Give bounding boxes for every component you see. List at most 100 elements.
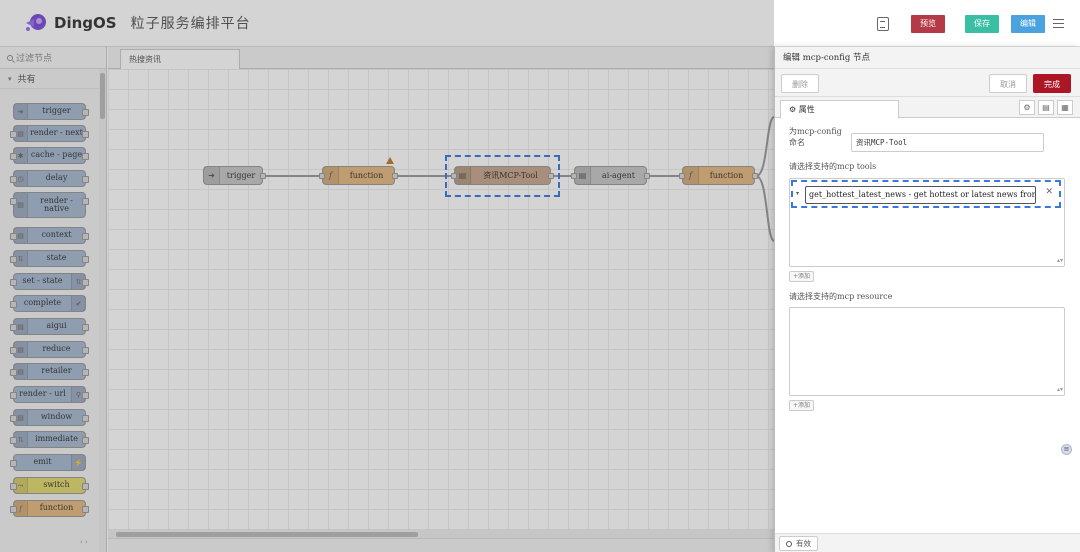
name-label-line2: 命名: [789, 138, 805, 147]
canvas-horizontal-scrollbar[interactable]: [108, 530, 774, 538]
settings-gear-icon[interactable]: ⚙: [1019, 100, 1035, 115]
enabled-label: 有效: [796, 539, 811, 548]
palette-node-state[interactable]: ⇅ state: [10, 250, 89, 267]
resource-list[interactable]: ▴▾: [789, 307, 1065, 396]
name-input[interactable]: 资讯MCP-Tool: [851, 133, 1044, 152]
flow-node-ai-agent[interactable]: ▤ ai-agent: [571, 166, 650, 185]
input-port[interactable]: [571, 173, 577, 179]
palette-node-label: retailer: [41, 366, 72, 376]
list-resize-icon[interactable]: ▴▾: [1057, 386, 1063, 393]
palette-node-complete[interactable]: complete ✔: [10, 295, 86, 312]
tray-toolbar: 删除 取消 完成: [775, 69, 1080, 97]
palette-node-render-url[interactable]: render - url ⚲: [10, 386, 89, 403]
palette-node-label: render - native: [40, 195, 73, 213]
palette-node-label: function: [39, 503, 74, 513]
flow-node-function[interactable]: f function: [319, 166, 398, 185]
add-resource-label: 添加: [798, 402, 811, 409]
tools-list[interactable]: ▾ get_hottest_latest_news - get hottest …: [789, 178, 1065, 267]
menu-icon[interactable]: [1053, 19, 1064, 28]
chevron-down-icon: ▾: [8, 74, 12, 83]
delete-button[interactable]: 删除: [781, 74, 819, 93]
remove-icon[interactable]: ✕: [1045, 187, 1053, 197]
name-label-line1: 为mcp-config: [789, 127, 842, 136]
preview-button[interactable]: 预览: [911, 14, 945, 33]
palette-node-immediate[interactable]: ⇅ immediate: [10, 431, 89, 448]
tray-tabs: ⚙ 属性 ⚙ ▤ ▦: [775, 97, 1080, 119]
arrows-icon: ⇅: [14, 432, 28, 447]
palette-search[interactable]: 过滤节点: [0, 47, 106, 69]
appearance-icon[interactable]: ▦: [1057, 100, 1073, 115]
tab-flow[interactable]: 热搜资讯: [120, 49, 240, 69]
palette-node-set-state[interactable]: set - state ⇅: [10, 273, 89, 290]
output-port[interactable]: [548, 173, 554, 179]
done-button[interactable]: 完成: [1033, 74, 1071, 93]
drag-handle-icon[interactable]: ▾: [796, 190, 799, 197]
file-icon: ▤: [14, 193, 28, 217]
output-port[interactable]: [752, 173, 758, 179]
arrow-right-icon: ➜: [204, 167, 220, 184]
dingos-logo-icon: [26, 14, 46, 31]
workspace-tabbar: 热搜资讯: [108, 47, 774, 69]
flow-node-label: function: [349, 171, 384, 180]
tool-select[interactable]: get_hottest_latest_news - get hottest or…: [805, 186, 1036, 204]
tray-title: 编辑 mcp-config 节点: [775, 47, 1080, 69]
palette-node-retailer[interactable]: ▤ retailer: [10, 363, 89, 380]
output-port[interactable]: [392, 173, 398, 179]
file-icon: ▤: [14, 410, 28, 425]
tool-list-row: ▾ get_hottest_latest_news - get hottest …: [791, 180, 1061, 208]
info-icon[interactable]: ≡: [1061, 444, 1072, 455]
palette-category[interactable]: ▾ 共有: [0, 69, 106, 89]
edit-button[interactable]: 编辑: [1011, 14, 1045, 33]
cancel-button[interactable]: 取消: [989, 74, 1027, 93]
palette-node-delay[interactable]: ◷ delay: [10, 170, 89, 187]
platform-title: 粒子服务编排平台: [130, 16, 251, 32]
file-icon: ▤: [14, 364, 28, 379]
flow-workspace: 热搜资讯 ➜ trigger f function ▤ 资讯MCP-Tool ▤…: [108, 47, 774, 552]
flow-node-mcp-tool[interactable]: ▤ 资讯MCP-Tool: [451, 166, 554, 185]
output-port[interactable]: [644, 173, 650, 179]
list-resize-icon[interactable]: ▴▾: [1057, 257, 1063, 264]
add-tool-label: 添加: [798, 273, 811, 280]
brand-name: DingOS: [54, 14, 117, 32]
flow-node-function-2[interactable]: f function: [679, 166, 758, 185]
palette-scroll-thumb[interactable]: [100, 73, 105, 119]
input-port[interactable]: [319, 173, 325, 179]
palette-node-label: state: [46, 253, 67, 263]
palette-scrollbar[interactable]: [99, 69, 106, 552]
palette-node-context[interactable]: ▤ context: [10, 227, 89, 244]
canvas-scroll-thumb[interactable]: [116, 532, 418, 537]
palette-node-aigui[interactable]: ▤ aigui: [10, 318, 89, 335]
save-button[interactable]: 保存: [965, 14, 999, 33]
enabled-toggle[interactable]: 有效: [779, 536, 818, 551]
arrow-right-icon: ➜: [14, 104, 28, 119]
tab-properties[interactable]: ⚙ 属性: [780, 100, 899, 119]
warning-icon: [386, 157, 394, 164]
search-icon: [7, 54, 13, 61]
palette-node-label: context: [41, 230, 72, 240]
add-tool-button[interactable]: +添加: [789, 271, 815, 282]
palette-node-window[interactable]: ▤ window: [10, 409, 89, 426]
palette-node-label: emit: [33, 457, 52, 467]
palette-node-label: switch: [43, 480, 70, 490]
tab-properties-label: 属性: [798, 105, 815, 114]
palette-node-switch[interactable]: ⤳ switch: [10, 477, 89, 494]
document-icon[interactable]: [877, 16, 889, 31]
output-port[interactable]: [260, 173, 266, 179]
flow-node-trigger[interactable]: ➜ trigger: [203, 166, 266, 185]
palette-node-trigger[interactable]: ➜ trigger: [13, 103, 89, 120]
description-doc-icon[interactable]: ▤: [1038, 100, 1054, 115]
input-port[interactable]: [679, 173, 685, 179]
add-resource-button[interactable]: +添加: [789, 400, 815, 411]
palette-node-render-native[interactable]: ▤ render - native: [10, 192, 89, 218]
input-port[interactable]: [451, 173, 457, 179]
palette-collapse-icon[interactable]: ‹ ›: [80, 538, 88, 546]
file-icon: ▤: [14, 126, 28, 141]
palette-node-render-next[interactable]: ▤ render - next: [10, 125, 89, 142]
palette-node-function[interactable]: f function: [10, 500, 89, 517]
arrows-icon: ⇅: [71, 274, 85, 289]
palette-node-label: render - next: [30, 128, 83, 138]
palette-node-emit[interactable]: emit ⚡: [10, 454, 86, 471]
palette-node-reduce[interactable]: ▤ reduce: [10, 341, 89, 358]
flow-canvas[interactable]: ➜ trigger f function ▤ 资讯MCP-Tool ▤ ai-a…: [108, 69, 774, 530]
palette-node-cache-page[interactable]: ✱ cache - page: [10, 147, 89, 164]
